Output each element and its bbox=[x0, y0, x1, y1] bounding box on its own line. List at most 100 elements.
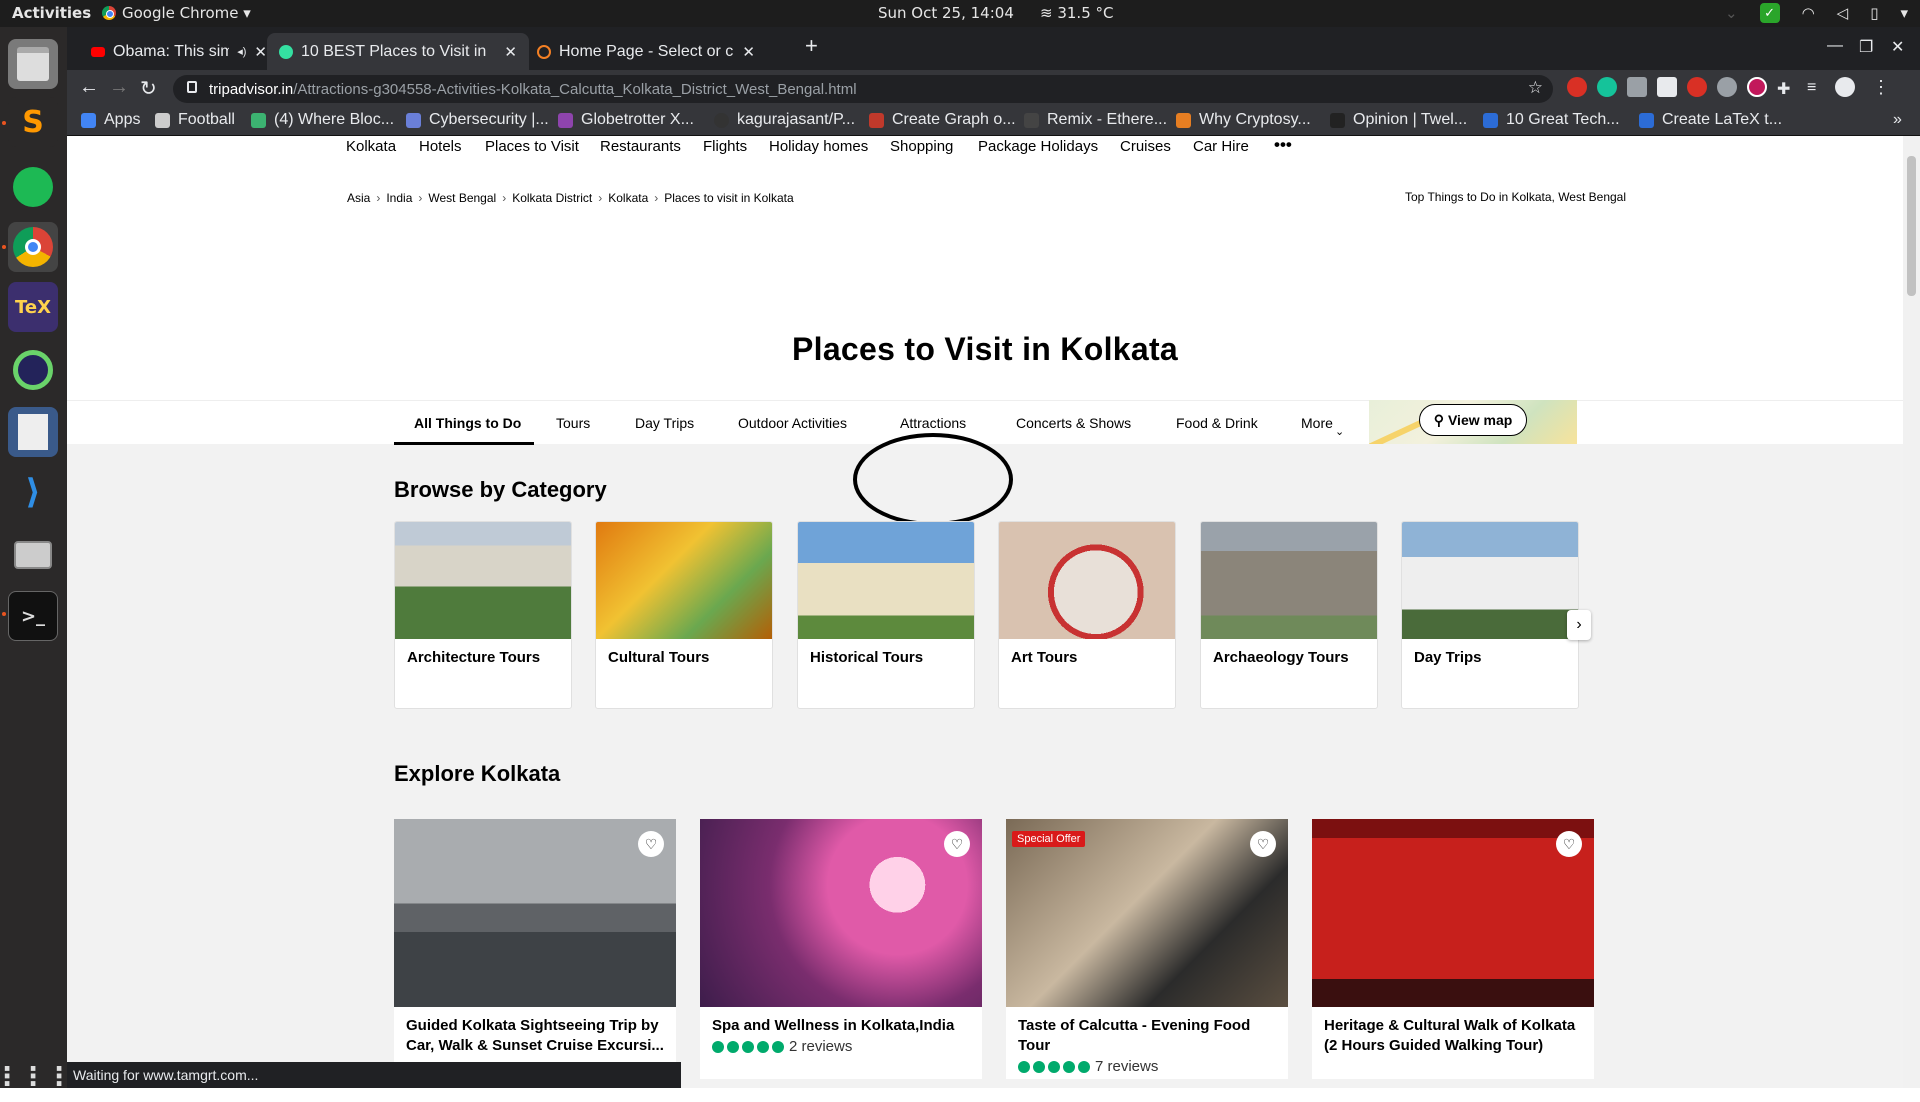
bookmark-item[interactable]: Create Graph o... bbox=[869, 111, 1016, 129]
review-count[interactable]: 7 reviews bbox=[1095, 1058, 1158, 1075]
new-tab-button[interactable]: + bbox=[805, 33, 818, 59]
filter-tab-day-trips[interactable]: Day Trips bbox=[635, 415, 694, 431]
bookmark-item[interactable]: kagurajasant/P... bbox=[714, 111, 855, 129]
extensions-puzzle-icon[interactable]: ✚ bbox=[1777, 79, 1790, 99]
system-tray[interactable]: ⌄ ✓ ◠ ◁ ▯ ▾ bbox=[1725, 3, 1908, 23]
heart-icon[interactable]: ♡ bbox=[638, 831, 664, 857]
subnav-car-hire[interactable]: Car Hire bbox=[1193, 138, 1249, 155]
system-menu-chevron-icon[interactable]: ▾ bbox=[1900, 4, 1908, 22]
filter-tab-more[interactable]: More bbox=[1301, 415, 1333, 431]
heart-icon[interactable]: ♡ bbox=[1556, 831, 1582, 857]
breadcrumb-item[interactable]: Asia bbox=[347, 191, 370, 205]
close-tab-icon[interactable]: ✕ bbox=[742, 43, 755, 61]
extension-icon[interactable] bbox=[1567, 77, 1587, 97]
bookmark-item[interactable]: 10 Great Tech... bbox=[1483, 111, 1620, 129]
sublime-text-icon[interactable]: S bbox=[8, 97, 58, 147]
forward-icon[interactable]: → bbox=[109, 76, 129, 99]
reload-icon[interactable]: ↻ bbox=[140, 76, 157, 101]
tab-tripadvisor[interactable]: 10 BEST Places to Visit in ✕ bbox=[267, 33, 529, 70]
heart-icon[interactable]: ♡ bbox=[1250, 831, 1276, 857]
tour-card[interactable]: ♡ Spa and Wellness in Kolkata,India 2 re… bbox=[700, 819, 982, 1079]
category-card[interactable]: Historical Tours bbox=[797, 521, 975, 709]
subnav-holiday-homes[interactable]: Holiday homes bbox=[769, 138, 868, 155]
subnav-more-icon[interactable]: ••• bbox=[1274, 136, 1292, 155]
terminal-icon[interactable]: >_ bbox=[8, 591, 58, 641]
bookmark-star-icon[interactable]: ☆ bbox=[1528, 78, 1543, 98]
bookmark-item[interactable]: Opinion | Twel... bbox=[1330, 111, 1467, 129]
filter-tab-food-drink[interactable]: Food & Drink bbox=[1176, 415, 1258, 431]
filter-tab-tours[interactable]: Tours bbox=[556, 415, 590, 431]
activities-button[interactable]: Activities bbox=[12, 4, 91, 22]
address-bar[interactable]: tripadvisor.in/Attractions-g304558-Activ… bbox=[173, 75, 1553, 103]
battery-icon[interactable]: ▯ bbox=[1870, 4, 1878, 22]
filter-tab-concerts[interactable]: Concerts & Shows bbox=[1016, 415, 1131, 431]
bookmark-item[interactable]: Remix - Ethere... bbox=[1024, 111, 1167, 129]
more-bookmarks-icon[interactable]: » bbox=[1893, 111, 1902, 129]
bookmark-item[interactable]: Apps bbox=[81, 111, 140, 129]
bookmark-item[interactable]: (4) Where Bloc... bbox=[251, 111, 394, 129]
category-card[interactable]: Day Trips bbox=[1401, 521, 1579, 709]
extension-icon[interactable] bbox=[1717, 77, 1737, 97]
view-map-button[interactable]: ⚲ View map bbox=[1419, 404, 1527, 436]
chrome-dock-icon[interactable] bbox=[8, 222, 58, 272]
extension-icon[interactable] bbox=[1627, 77, 1647, 97]
close-window-icon[interactable]: ✕ bbox=[1891, 37, 1904, 57]
subnav-cruises[interactable]: Cruises bbox=[1120, 138, 1171, 155]
tab-youtube[interactable]: Obama: This simple '6 ◂) ✕ bbox=[79, 33, 279, 70]
dropbox-icon[interactable]: ⌄ bbox=[1725, 4, 1738, 22]
tex-icon[interactable]: TeX bbox=[8, 282, 58, 332]
filter-tab-outdoor[interactable]: Outdoor Activities bbox=[738, 415, 858, 431]
tour-card[interactable]: ♡ Guided Kolkata Sightseeing Trip by Car… bbox=[394, 819, 676, 1079]
category-card[interactable]: Archaeology Tours bbox=[1200, 521, 1378, 709]
lock-icon[interactable] bbox=[187, 81, 197, 93]
page-scrollbar[interactable] bbox=[1903, 136, 1920, 1088]
subnav-flights[interactable]: Flights bbox=[703, 138, 747, 155]
tour-title[interactable]: Heritage & Cultural Walk of Kolkata (2 H… bbox=[1312, 1007, 1594, 1056]
media-icon[interactable]: ≡ bbox=[1807, 79, 1816, 97]
menu-dots-icon[interactable]: ⋮ bbox=[1872, 77, 1890, 98]
tour-card[interactable]: ♡ Heritage & Cultural Walk of Kolkata (2… bbox=[1312, 819, 1594, 1079]
back-icon[interactable]: ← bbox=[79, 76, 99, 99]
chevron-down-icon[interactable]: ⌄ bbox=[1335, 425, 1344, 438]
subnav-shopping[interactable]: Shopping bbox=[890, 138, 953, 155]
tab-stackoverflow[interactable]: Home Page - Select or cr ✕ bbox=[525, 33, 767, 70]
maximize-icon[interactable]: ❐ bbox=[1859, 37, 1873, 57]
filter-tab-all-things[interactable]: All Things to Do bbox=[414, 415, 521, 431]
check-icon[interactable]: ✓ bbox=[1759, 3, 1780, 23]
tour-title[interactable]: Spa and Wellness in Kolkata,India bbox=[700, 1007, 982, 1036]
grammarly-icon[interactable] bbox=[1597, 77, 1617, 97]
carousel-next-button[interactable]: › bbox=[1567, 610, 1591, 640]
bookmark-item[interactable]: Globetrotter X... bbox=[558, 111, 694, 129]
bookmark-item[interactable]: Create LaTeX t... bbox=[1639, 111, 1782, 129]
category-card[interactable]: Architecture Tours bbox=[394, 521, 572, 709]
subnav-package-holidays[interactable]: Package Holidays bbox=[978, 138, 1098, 155]
profile-avatar[interactable] bbox=[1835, 77, 1855, 97]
breadcrumb-item[interactable]: Kolkata bbox=[608, 191, 648, 205]
category-card[interactable]: Art Tours bbox=[998, 521, 1176, 709]
scrollbar-thumb[interactable] bbox=[1907, 156, 1916, 296]
extension-icon[interactable] bbox=[1657, 77, 1677, 97]
minimize-icon[interactable]: — bbox=[1827, 37, 1843, 55]
subnav-kolkata[interactable]: Kolkata bbox=[346, 138, 396, 155]
weather-indicator[interactable]: ≋ 31.5 °C bbox=[1040, 4, 1113, 22]
tour-title[interactable]: Guided Kolkata Sightseeing Trip by Car, … bbox=[394, 1007, 676, 1056]
close-tab-icon[interactable]: ✕ bbox=[504, 43, 517, 61]
bookmark-item[interactable]: Why Cryptosy... bbox=[1176, 111, 1311, 129]
wifi-icon[interactable]: ◠ bbox=[1802, 4, 1815, 22]
subnav-hotels[interactable]: Hotels bbox=[419, 138, 462, 155]
clock[interactable]: Sun Oct 25, 14:04 bbox=[878, 4, 1014, 22]
heart-icon[interactable]: ♡ bbox=[944, 831, 970, 857]
app-menu[interactable]: Google Chrome ▾ bbox=[102, 4, 251, 22]
extension-icon[interactable] bbox=[1747, 77, 1767, 97]
screenshot-icon[interactable] bbox=[8, 530, 58, 580]
vscode-icon[interactable]: ⟩ bbox=[8, 467, 58, 517]
speaker-icon[interactable]: ◂) bbox=[237, 45, 246, 58]
category-card[interactable]: Cultural Tours bbox=[595, 521, 773, 709]
show-apps-icon[interactable]: ⋮⋮⋮ bbox=[0, 1052, 72, 1102]
extension-icon[interactable] bbox=[1687, 77, 1707, 97]
eclipse-icon[interactable] bbox=[8, 345, 58, 395]
filter-tab-attractions[interactable]: Attractions bbox=[900, 415, 966, 431]
bookmark-item[interactable]: Cybersecurity |... bbox=[406, 111, 549, 129]
breadcrumb-item[interactable]: Kolkata District bbox=[512, 191, 592, 205]
subnav-places-to-visit[interactable]: Places to Visit bbox=[485, 138, 579, 155]
